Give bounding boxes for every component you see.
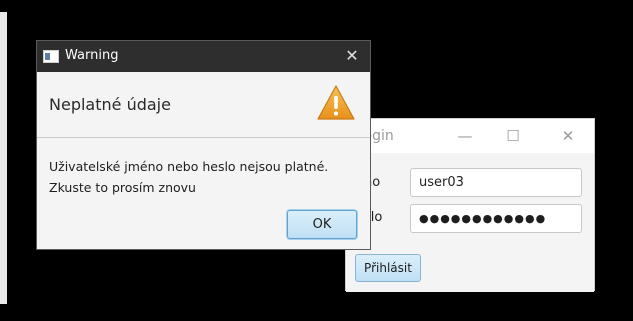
warning-dialog: Warning ✕ Neplatné údaje Uživatelské jmé… [36, 40, 371, 250]
dialog-header: Neplatné údaje [37, 72, 370, 138]
login-form: éno user03 eslo ●●●●●●●●●●●● Přihlásit [346, 153, 594, 292]
app-window-icon [43, 50, 59, 63]
minimize-icon[interactable]: — [450, 124, 480, 148]
dialog-message-line-2: Zkuste to prosím znovu [49, 180, 196, 195]
dialog-titlebar[interactable]: Warning ✕ [37, 41, 370, 72]
login-button[interactable]: Přihlásit [355, 254, 421, 282]
login-titlebar[interactable]: Login — ☐ ✕ [346, 119, 594, 153]
ok-button[interactable]: OK [287, 210, 357, 239]
login-window: Login — ☐ ✕ éno user03 eslo ●●●●●●●●●●●●… [345, 118, 595, 292]
password-field[interactable]: ●●●●●●●●●●●● [410, 204, 582, 233]
dialog-title: Warning [65, 48, 119, 63]
desktop: Login — ☐ ✕ éno user03 eslo ●●●●●●●●●●●●… [0, 0, 633, 321]
close-icon[interactable]: ✕ [553, 124, 583, 148]
username-field[interactable]: user03 [410, 168, 582, 197]
dialog-message-line-1: Uživatelské jméno nebo heslo nejsou plat… [49, 159, 329, 174]
dialog-header-text: Neplatné údaje [49, 95, 171, 114]
maximize-icon[interactable]: ☐ [498, 124, 528, 148]
dialog-content: Uživatelské jméno nebo heslo nejsou plat… [37, 139, 370, 249]
warning-triangle-icon [317, 85, 355, 120]
close-icon[interactable]: ✕ [337, 44, 367, 68]
background-window-edge [0, 12, 7, 304]
